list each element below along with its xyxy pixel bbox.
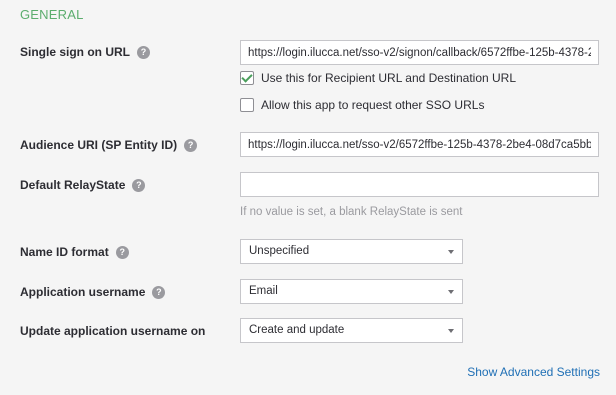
relay-state-input[interactable] — [240, 172, 599, 197]
sso-url-input[interactable] — [240, 40, 599, 65]
chevron-down-icon — [448, 250, 454, 254]
name-id-format-label-row: Name ID format ? — [20, 245, 129, 259]
name-id-format-value: Unspecified — [249, 245, 310, 257]
sso-url-label-row: Single sign on URL ? — [20, 45, 150, 59]
help-icon[interactable]: ? — [184, 138, 198, 152]
relay-state-hint: If no value is set, a blank RelayState i… — [240, 206, 463, 218]
section-title: GENERAL — [20, 7, 84, 22]
update-username-on-select[interactable]: Create and update — [240, 318, 463, 343]
help-icon[interactable]: ? — [132, 178, 146, 192]
app-username-select[interactable]: Email — [240, 279, 463, 304]
chevron-down-icon — [448, 329, 454, 333]
audience-uri-label-row: Audience URI (SP Entity ID) ? — [20, 138, 198, 152]
sso-url-label: Single sign on URL — [20, 45, 130, 59]
recipient-url-checkbox-label[interactable]: Use this for Recipient URL and Destinati… — [261, 71, 516, 85]
other-sso-urls-checkbox-label[interactable]: Allow this app to request other SSO URLs — [261, 98, 484, 112]
show-advanced-settings-link[interactable]: Show Advanced Settings — [467, 365, 600, 379]
help-icon[interactable]: ? — [152, 285, 166, 299]
audience-uri-input[interactable] — [240, 132, 599, 157]
other-sso-urls-checkbox[interactable] — [240, 98, 254, 112]
name-id-format-select[interactable]: Unspecified — [240, 239, 463, 264]
update-username-on-value: Create and update — [249, 324, 345, 336]
other-sso-urls-checkbox-row[interactable]: Allow this app to request other SSO URLs — [240, 98, 484, 112]
chevron-down-icon — [448, 290, 454, 294]
app-username-label-row: Application username ? — [20, 285, 166, 299]
help-icon[interactable]: ? — [115, 245, 129, 259]
recipient-url-checkbox-row[interactable]: Use this for Recipient URL and Destinati… — [240, 71, 516, 85]
app-username-value: Email — [249, 285, 278, 297]
name-id-format-label: Name ID format — [20, 245, 109, 259]
recipient-url-checkbox[interactable] — [240, 71, 254, 85]
relay-state-label-row: Default RelayState ? — [20, 178, 146, 192]
relay-state-label: Default RelayState — [20, 178, 126, 192]
update-username-on-label: Update application username on — [20, 324, 206, 338]
app-username-label: Application username — [20, 285, 146, 299]
audience-uri-label: Audience URI (SP Entity ID) — [20, 138, 178, 152]
update-username-on-label-row: Update application username on — [20, 324, 205, 338]
help-icon[interactable]: ? — [137, 45, 150, 59]
